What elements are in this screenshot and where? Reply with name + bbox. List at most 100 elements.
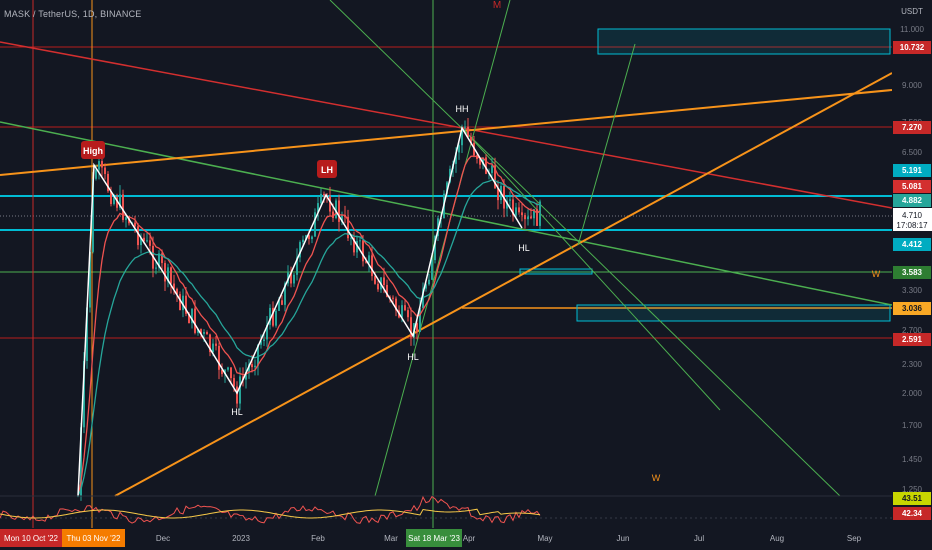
candle-body xyxy=(428,279,430,285)
price-badge-text: 10.732 xyxy=(900,43,925,52)
candle-body xyxy=(464,126,466,128)
target-zone-top[interactable] xyxy=(597,28,891,55)
candle-body xyxy=(338,200,340,222)
lh-marker[interactable]: LH xyxy=(317,160,337,178)
price-badge: 3.036 xyxy=(893,302,931,315)
price-badge: 3.583 xyxy=(893,266,931,279)
price-badge: 4.412 xyxy=(893,238,931,251)
candle-body xyxy=(254,365,256,368)
price-badge-text: 42.34 xyxy=(902,509,923,518)
candle-body xyxy=(281,300,283,305)
candle-body xyxy=(359,240,361,242)
candle-body xyxy=(170,267,172,284)
candle-body xyxy=(371,255,373,277)
current-price-badge: 4.710 17:08:17 xyxy=(893,208,932,231)
price-axis[interactable] xyxy=(892,0,932,528)
high-marker-label: High xyxy=(83,146,103,156)
time-label: Feb xyxy=(311,534,325,543)
price-axis-unit: USDT xyxy=(901,7,923,16)
high-marker[interactable]: High xyxy=(81,141,105,159)
price-badge: 10.732 xyxy=(893,41,931,54)
candle-body xyxy=(203,332,205,334)
price-badge: 43.51 xyxy=(893,492,931,505)
candle-body xyxy=(263,339,265,342)
candle-body xyxy=(233,378,235,387)
time-label: Mar xyxy=(384,534,398,543)
price-tick: 2.300 xyxy=(902,360,923,369)
hl-label-dec: HL xyxy=(231,407,243,417)
lh-marker-label: LH xyxy=(321,165,333,175)
time-badge-text: Mon 10 Oct '22 xyxy=(4,534,59,543)
symbol-title[interactable]: MASK / TetherUS, 1D, BINANCE xyxy=(4,9,141,19)
candle-body xyxy=(407,310,409,318)
time-label: 2023 xyxy=(232,534,250,543)
w-label-bottom: W xyxy=(652,473,661,483)
candle-body xyxy=(230,367,232,379)
price-badge-text: 5.191 xyxy=(902,166,923,175)
time-badge-text: Thu 03 Nov '22 xyxy=(66,534,121,543)
price-tick: 1.700 xyxy=(902,421,923,430)
candle-body xyxy=(377,283,379,290)
candle-body xyxy=(362,240,364,262)
candle-body xyxy=(491,165,493,173)
price-tick: 1.450 xyxy=(902,455,923,464)
trading-chart-window[interactable]: High LH HH HL HL HL W W M USDT 11.000 9.0… xyxy=(0,0,932,550)
candle-body xyxy=(206,332,208,335)
time-label: Dec xyxy=(156,534,170,543)
price-badge-text: 43.51 xyxy=(902,494,923,503)
candle-body xyxy=(218,345,220,370)
price-badge-text: 5.081 xyxy=(902,182,923,191)
candle-body xyxy=(236,386,238,404)
candle-body xyxy=(530,216,532,219)
candle-body xyxy=(104,167,106,174)
candle-body xyxy=(431,260,433,280)
candle-body xyxy=(149,240,151,246)
candle-body xyxy=(293,274,295,284)
candle-body xyxy=(524,215,526,220)
candle-body xyxy=(146,240,148,242)
candle-body xyxy=(392,297,394,299)
price-badge-text: 3.583 xyxy=(902,268,923,277)
candle-body xyxy=(509,199,511,201)
price-badge-text: 7.270 xyxy=(902,123,923,132)
candle-body xyxy=(98,161,100,170)
candle-body xyxy=(323,193,325,196)
bar-countdown: 17:08:17 xyxy=(896,221,928,230)
candle-body xyxy=(311,236,313,240)
candle-body xyxy=(125,217,127,220)
zone-lower[interactable] xyxy=(576,304,891,322)
time-label: Aug xyxy=(770,534,784,543)
candle-body xyxy=(302,239,304,243)
candle-body xyxy=(95,169,97,179)
candle-body xyxy=(515,207,517,216)
time-badge: Mon 10 Oct '22 xyxy=(0,529,62,547)
price-badge: 7.270 xyxy=(893,121,931,134)
candle-body xyxy=(275,310,277,326)
price-badge: 2.591 xyxy=(893,333,931,346)
candle-body xyxy=(164,263,166,282)
candle-body xyxy=(374,276,376,284)
candle-body xyxy=(521,212,523,216)
price-badge: 42.34 xyxy=(893,507,931,520)
price-badge-text: 3.036 xyxy=(902,304,923,313)
candle-body xyxy=(239,376,241,404)
candle-body xyxy=(314,212,316,237)
candle-body xyxy=(527,216,529,220)
time-badge-text: Sat 18 Mar '23 xyxy=(408,534,460,543)
candle-body xyxy=(320,193,322,204)
hl-label-mar: HL xyxy=(407,352,419,362)
time-label: Jul xyxy=(694,534,704,543)
time-label: Jun xyxy=(617,534,630,543)
price-chart[interactable]: High LH HH HL HL HL W W M USDT 11.000 9.0… xyxy=(0,0,932,550)
hl-label-apr: HL xyxy=(518,243,530,253)
candle-body xyxy=(215,343,217,346)
chart-pane[interactable] xyxy=(0,0,892,496)
candle-body xyxy=(539,201,541,226)
candle-body xyxy=(155,267,157,269)
candle-body xyxy=(101,161,103,168)
price-tick: 2.000 xyxy=(902,389,923,398)
price-badge-text: 4.412 xyxy=(902,240,923,249)
price-badge: 5.081 xyxy=(893,180,931,193)
candle-body xyxy=(194,308,196,333)
time-badge: Thu 03 Nov '22 xyxy=(62,529,125,547)
